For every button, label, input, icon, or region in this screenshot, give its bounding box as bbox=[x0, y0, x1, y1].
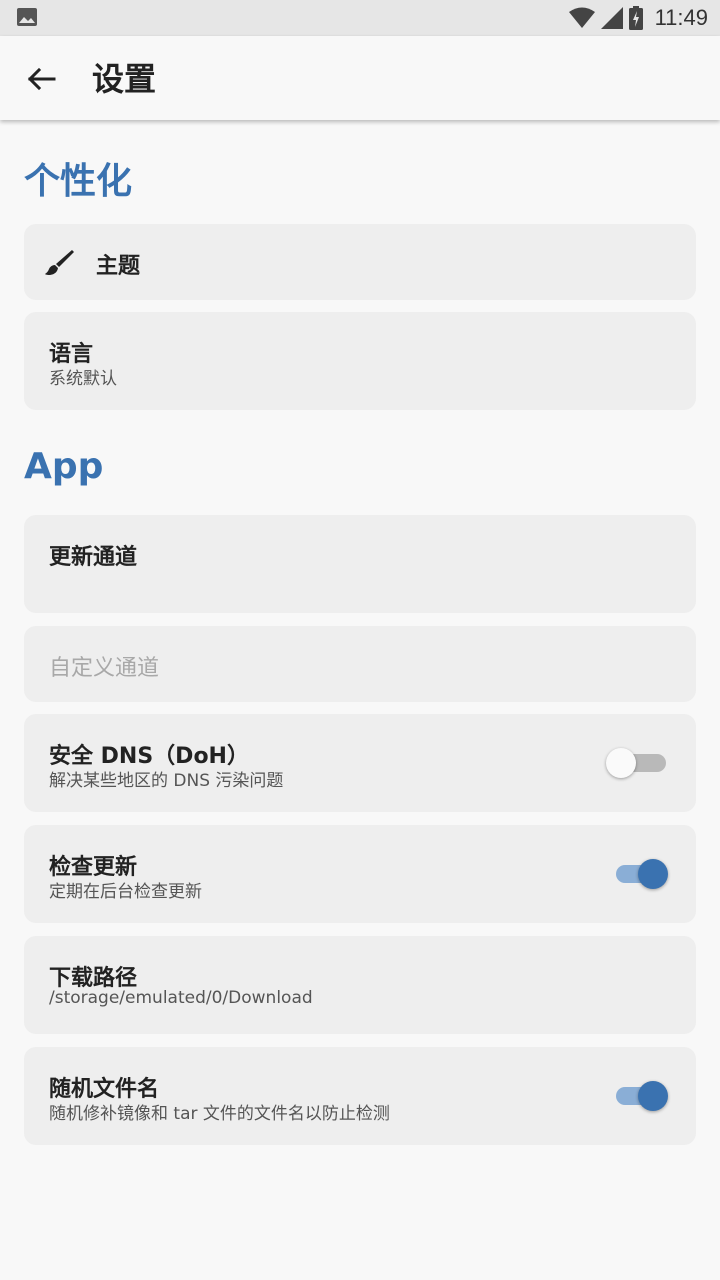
brush-icon bbox=[45, 250, 74, 275]
secure-dns-subtitle: 解决某些地区的 DNS 污染问题 bbox=[49, 771, 284, 791]
language-item[interactable]: 语言 系统默认 bbox=[24, 312, 696, 410]
secure-dns-switch[interactable] bbox=[606, 746, 666, 780]
status-time: 11:49 bbox=[654, 5, 708, 30]
app-bar: 设置 bbox=[0, 36, 720, 120]
back-arrow-icon bbox=[27, 67, 56, 91]
update-channel-item[interactable]: 更新通道 bbox=[24, 515, 696, 613]
check-update-item[interactable]: 检查更新 定期在后台检查更新 bbox=[24, 825, 696, 923]
battery-charging-icon bbox=[628, 6, 643, 30]
gallery-icon bbox=[17, 8, 37, 26]
status-right: 11:49 bbox=[568, 0, 708, 36]
signal-icon bbox=[600, 7, 623, 29]
random-filename-item[interactable]: 随机文件名 随机修补镜像和 tar 文件的文件名以防止检测 bbox=[24, 1047, 696, 1145]
back-button[interactable] bbox=[20, 58, 62, 100]
section-header-personalization: 个性化 bbox=[24, 161, 133, 202]
section-header-app: App bbox=[24, 446, 104, 487]
theme-item[interactable]: 主题 bbox=[24, 224, 696, 300]
download-path-item[interactable]: 下载路径 /storage/emulated/0/Download bbox=[24, 936, 696, 1034]
update-channel-title: 更新通道 bbox=[49, 545, 138, 570]
switch-thumb bbox=[606, 748, 636, 778]
random-filename-subtitle: 随机修补镜像和 tar 文件的文件名以防止检测 bbox=[49, 1104, 390, 1124]
secure-dns-item[interactable]: 安全 DNS（DoH） 解决某些地区的 DNS 污染问题 bbox=[24, 714, 696, 812]
switch-thumb bbox=[638, 1081, 668, 1111]
download-path-subtitle: /storage/emulated/0/Download bbox=[49, 988, 313, 1008]
page-title: 设置 bbox=[92, 60, 157, 98]
status-bar: 11:49 bbox=[0, 0, 720, 36]
custom-channel-item: 自定义通道 bbox=[24, 626, 696, 702]
wifi-icon bbox=[568, 7, 595, 28]
switch-thumb bbox=[638, 859, 668, 889]
random-filename-switch[interactable] bbox=[616, 1079, 668, 1113]
theme-title: 主题 bbox=[96, 254, 141, 279]
check-update-switch[interactable] bbox=[616, 857, 668, 891]
custom-channel-title: 自定义通道 bbox=[49, 656, 160, 681]
check-update-subtitle: 定期在后台检查更新 bbox=[49, 882, 202, 902]
language-subtitle: 系统默认 bbox=[49, 369, 117, 389]
